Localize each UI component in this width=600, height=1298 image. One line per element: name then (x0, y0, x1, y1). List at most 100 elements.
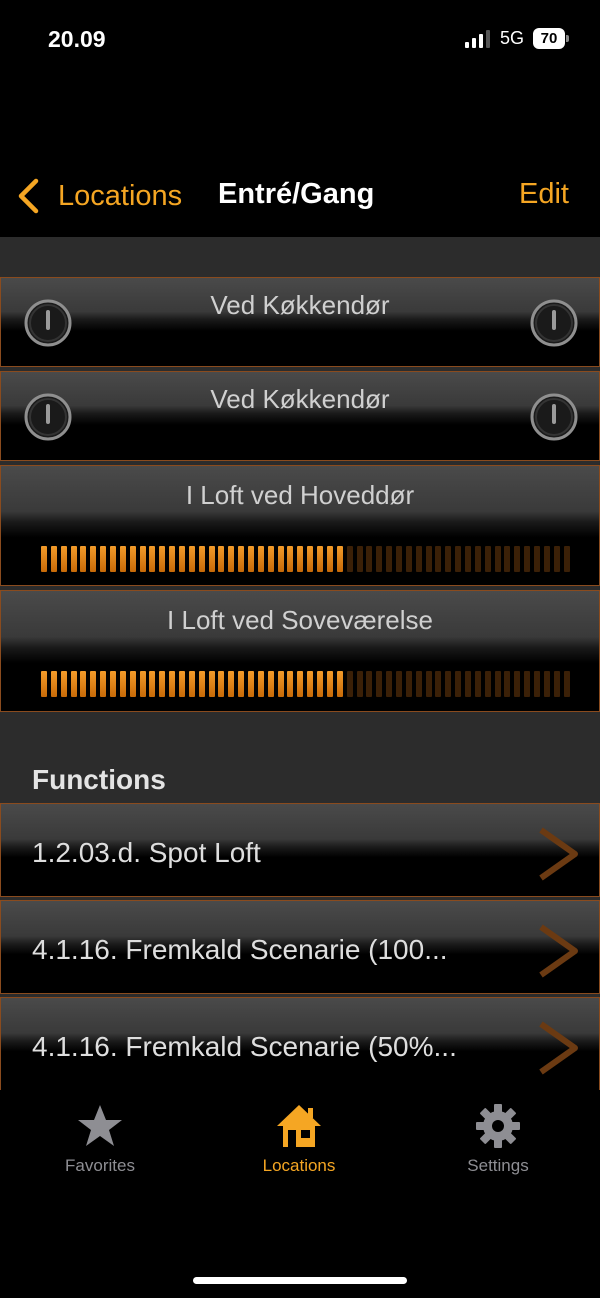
dimmer-segment (326, 546, 333, 572)
device-row-switch[interactable]: Ved Køkkendør (0, 277, 600, 367)
dimmer-segment (484, 546, 491, 572)
dimmer-segment (100, 546, 107, 572)
dimmer-segment (149, 671, 156, 697)
dimmer-segment (474, 671, 481, 697)
dimmer-segment (455, 671, 462, 697)
location-content: Ved Køkkendør Ved Køkkendør I Loft ved H… (0, 237, 600, 1090)
dimmer-segment (297, 671, 304, 697)
dimmer-segment (346, 546, 353, 572)
home-indicator[interactable] (193, 1277, 407, 1284)
dimmer-segment (504, 671, 511, 697)
dimmer-segment (80, 546, 87, 572)
dimmer-segment (464, 546, 471, 572)
dimmer-segment (455, 546, 462, 572)
dimmer-segment (445, 546, 452, 572)
power-off-icon[interactable] (23, 392, 73, 442)
dimmer-segment (110, 546, 117, 572)
chevron-right-icon (539, 1021, 578, 1075)
dimmer-segment (346, 671, 353, 697)
dimmer-segment (119, 671, 126, 697)
dimmer-segment (228, 546, 235, 572)
dimmer-segment (425, 546, 432, 572)
dimmer-segment (188, 671, 195, 697)
device-row-dimmer: I Loft ved Hoveddør (0, 465, 600, 586)
dimmer-segment (208, 546, 215, 572)
power-on-icon[interactable] (529, 298, 579, 348)
network-type: 5G (500, 28, 525, 48)
dimmer-segment (297, 546, 304, 572)
dimmer-segment (90, 671, 97, 697)
dimmer-segment (494, 546, 501, 572)
device-row-switch[interactable]: Ved Køkkendør (0, 371, 600, 461)
dimmer-segment (395, 671, 402, 697)
dimmer-level-slider[interactable] (41, 546, 573, 572)
dimmer-segment (267, 546, 274, 572)
dimmer-segment (159, 546, 166, 572)
dimmer-segment (514, 546, 521, 572)
dimmer-segment (41, 546, 47, 572)
status-time: 20.09 (48, 26, 106, 52)
dimmer-segment (336, 546, 343, 572)
dimmer-segment (415, 546, 422, 572)
dimmer-segment (159, 671, 166, 697)
dimmer-segment (228, 671, 235, 697)
power-on-icon[interactable] (529, 392, 579, 442)
dimmer-segment (208, 671, 215, 697)
function-row[interactable]: 1.2.03.d. Spot Loft (0, 803, 600, 897)
dimmer-segment (307, 671, 314, 697)
dimmer-segment (553, 546, 560, 572)
dimmer-segment (218, 546, 225, 572)
dimmer-segment (139, 546, 146, 572)
dimmer-segment (336, 671, 343, 697)
gear-icon (476, 1104, 520, 1148)
function-label: 4.1.16. Fremkald Scenarie (50%... (32, 1031, 457, 1062)
dimmer-segment (198, 671, 205, 697)
function-label: 1.2.03.d. Spot Loft (32, 837, 261, 868)
dimmer-segment (60, 671, 67, 697)
dimmer-segment (405, 546, 412, 572)
dimmer-segment (277, 671, 284, 697)
function-row[interactable]: 4.1.16. Fremkald Scenarie (50%... (0, 997, 600, 1090)
dimmer-segment (524, 546, 531, 572)
dimmer-segment (129, 546, 136, 572)
dimmer-segment (563, 546, 570, 572)
dimmer-segment (307, 546, 314, 572)
dimmer-segment (366, 546, 373, 572)
dimmer-segment (119, 546, 126, 572)
dimmer-level-slider[interactable] (41, 671, 573, 697)
device-label: Ved Køkkendør (210, 290, 390, 320)
dimmer-segment (287, 671, 294, 697)
power-off-icon[interactable] (23, 298, 73, 348)
dimmer-segment (129, 671, 136, 697)
dimmer-segment (179, 546, 186, 572)
device-label: I Loft ved Hoveddør (185, 480, 415, 510)
star-icon (78, 1105, 122, 1146)
dimmer-segment (474, 546, 481, 572)
device-label: I Loft ved Soveværelse (167, 605, 433, 635)
dimmer-segment (464, 671, 471, 697)
dimmer-segment (317, 546, 324, 572)
tab-label: Favorites (65, 1156, 135, 1175)
dimmer-segment (376, 546, 383, 572)
dimmer-segment (41, 671, 47, 697)
back-button[interactable]: Locations (16, 176, 182, 216)
dimmer-segment (376, 671, 383, 697)
dimmer-segment (198, 546, 205, 572)
dimmer-segment (386, 671, 393, 697)
tab-favorites[interactable]: Favorites (20, 1102, 180, 1176)
dimmer-segment (238, 546, 245, 572)
dimmer-segment (60, 546, 67, 572)
dimmer-segment (317, 671, 324, 697)
edit-button[interactable]: Edit (519, 178, 569, 211)
tab-settings[interactable]: Settings (418, 1102, 578, 1176)
tab-locations[interactable]: Locations (219, 1102, 379, 1176)
function-row[interactable]: 4.1.16. Fremkald Scenarie (100... (0, 900, 600, 994)
chevron-left-icon (18, 178, 39, 214)
dimmer-segment (366, 671, 373, 697)
dimmer-segment (425, 671, 432, 697)
dimmer-segment (50, 671, 57, 697)
dimmer-segment (188, 546, 195, 572)
dimmer-segment (386, 546, 393, 572)
dimmer-segment (504, 546, 511, 572)
dimmer-segment (563, 671, 570, 697)
